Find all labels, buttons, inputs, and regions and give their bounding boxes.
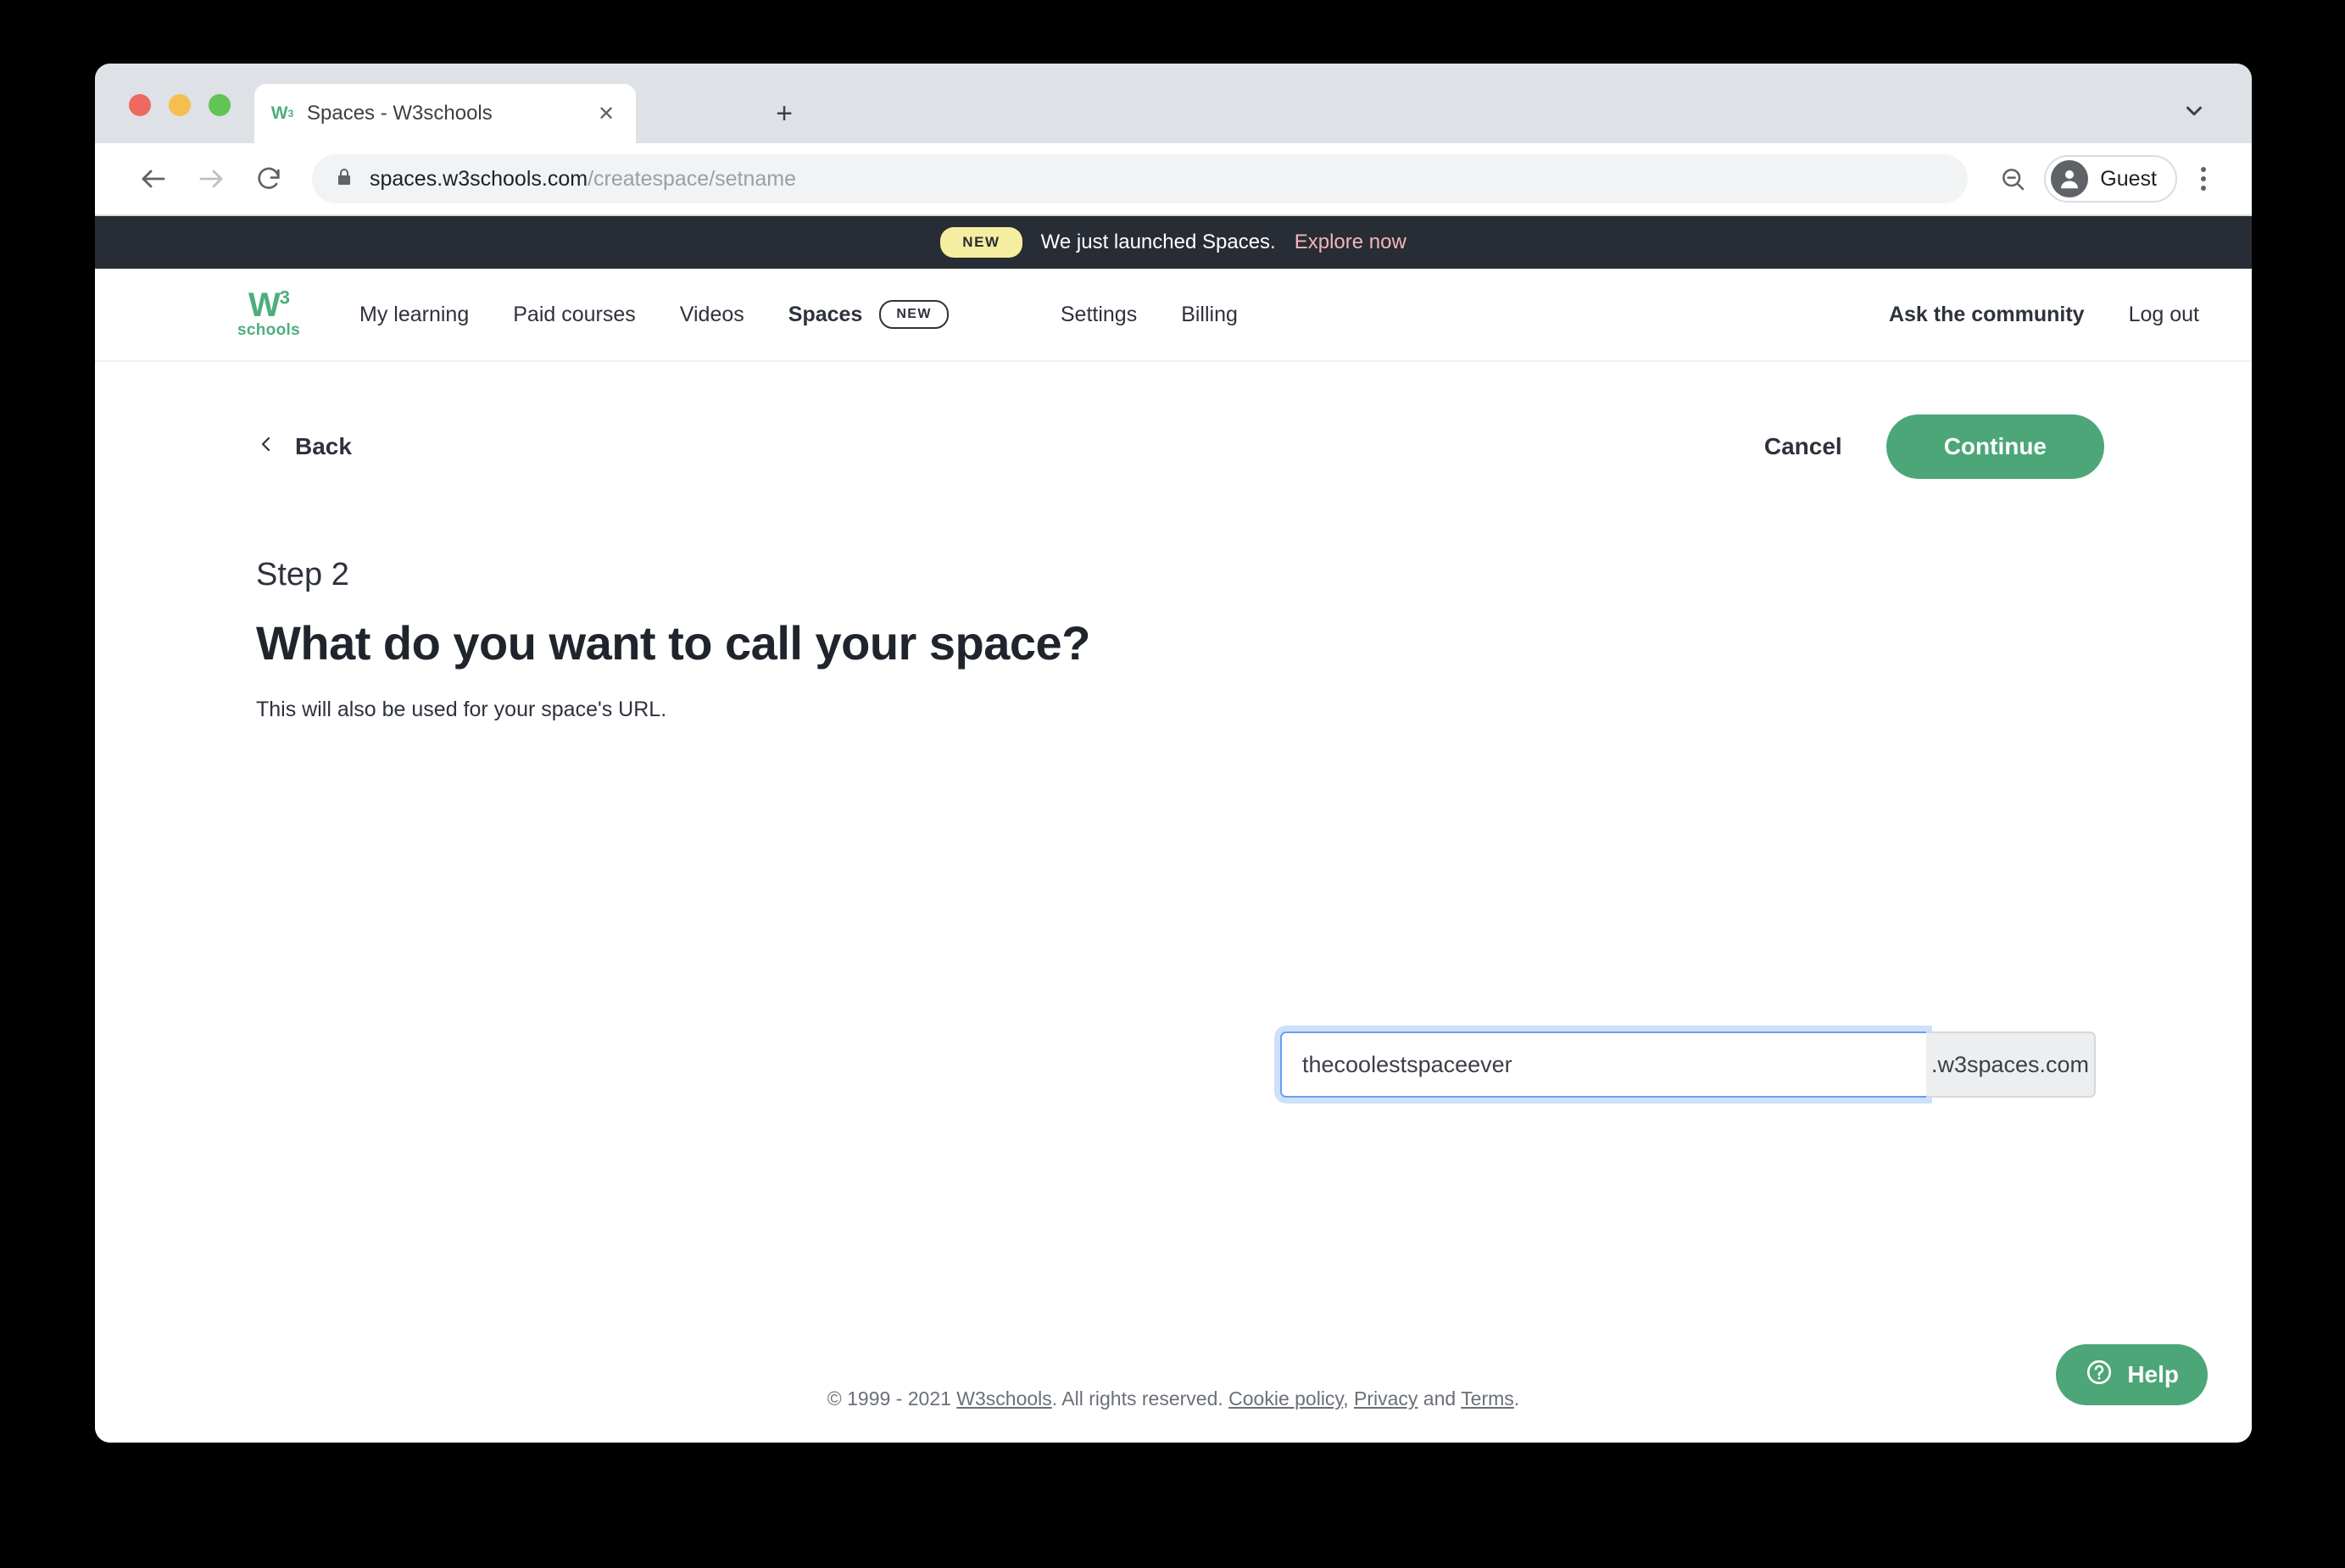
back-label: Back <box>295 433 352 459</box>
form-subtext: This will also be used for your space's … <box>256 698 667 721</box>
primary-actions: Cancel Continue <box>1764 414 2199 479</box>
logo-mark: W3 <box>248 286 290 324</box>
page-title: What do you want to call your space? <box>256 616 1090 670</box>
arrow-right-icon[interactable] <box>187 154 236 203</box>
action-row: Back Cancel Continue <box>256 362 2199 479</box>
space-name-field-group: .w3spaces.com <box>1280 1031 2096 1098</box>
help-label: Help <box>2127 1361 2179 1387</box>
footer-privacy-link[interactable]: Privacy <box>1354 1387 1418 1410</box>
page-viewport: NEW We just launched Spaces. Explore now… <box>95 216 2252 1443</box>
tab-strip: W3 Spaces - W3schools ✕ + <box>95 64 2252 143</box>
url-text: spaces.w3schools.com/createspace/setname <box>370 167 796 192</box>
nav-item-billing[interactable]: Billing <box>1181 303 1238 327</box>
maximize-window-button[interactable] <box>209 94 231 116</box>
cancel-button[interactable]: Cancel <box>1764 433 1842 460</box>
nav-item-videos[interactable]: Videos <box>680 303 744 327</box>
w3-logo-icon: W3 <box>270 103 294 123</box>
footer-rights: . All rights reserved. <box>1051 1387 1229 1410</box>
announcement-text: We just launched Spaces. <box>1040 231 1276 253</box>
footer-comma: , <box>1343 1387 1355 1410</box>
minimize-window-button[interactable] <box>169 94 191 116</box>
form-copy: Step 2 What do you want to call your spa… <box>256 557 1090 722</box>
tab-title: Spaces - W3schools <box>307 102 493 125</box>
chevron-left-icon <box>256 431 276 463</box>
logo-subtext: schools <box>237 321 300 339</box>
footer-w3schools-link[interactable]: W3schools <box>956 1387 1051 1410</box>
lock-icon <box>334 167 354 192</box>
nav-right: Ask the community Log out <box>1889 303 2199 327</box>
close-window-button[interactable] <box>129 94 151 116</box>
footer-and: and <box>1418 1387 1462 1410</box>
nav-item-settings[interactable]: Settings <box>1061 303 1137 327</box>
profile-button[interactable]: Guest <box>2044 155 2177 203</box>
person-icon <box>2051 160 2089 197</box>
nav-links: My learning Paid courses Videos Spaces N… <box>359 300 1889 329</box>
browser-toolbar: spaces.w3schools.com/createspace/setname… <box>95 143 2252 216</box>
close-icon[interactable]: ✕ <box>592 99 621 128</box>
logo-superscript: 3 <box>279 286 290 309</box>
site-navigation: W3 schools My learning Paid courses Vide… <box>95 269 2252 362</box>
kebab-menu-icon[interactable] <box>2184 155 2223 203</box>
w3schools-logo[interactable]: W3 schools <box>231 286 307 340</box>
help-button[interactable]: Help <box>2056 1344 2208 1405</box>
step-label: Step 2 <box>256 557 349 592</box>
nav-item-my-learning[interactable]: My learning <box>359 303 469 327</box>
url-path: /createspace/setname <box>588 166 797 191</box>
domain-suffix-label: .w3spaces.com <box>1926 1031 2096 1098</box>
back-button[interactable]: Back <box>256 431 352 463</box>
browser-window: W3 Spaces - W3schools ✕ + spaces.w3schoo… <box>95 64 2252 1443</box>
url-domain: spaces.w3schools.com <box>370 166 588 191</box>
new-badge: NEW <box>940 227 1022 258</box>
form-area: Step 2 What do you want to call your spa… <box>256 557 2199 722</box>
nav-item-paid-courses[interactable]: Paid courses <box>513 303 636 327</box>
ask-the-community-link[interactable]: Ask the community <box>1889 303 2085 327</box>
footer-terms-link[interactable]: Terms <box>1461 1387 1514 1410</box>
announcement-banner: NEW We just launched Spaces. Explore now <box>95 216 2252 269</box>
continue-button[interactable]: Continue <box>1885 414 2104 479</box>
window-controls <box>129 94 231 116</box>
nav-item-spaces[interactable]: Spaces <box>788 303 863 327</box>
footer-copyright: © 1999 - 2021 <box>827 1387 957 1410</box>
chevron-down-icon[interactable] <box>2177 94 2211 128</box>
question-circle-icon <box>2085 1358 2114 1393</box>
plus-icon[interactable]: + <box>765 94 804 133</box>
nav-new-badge: NEW <box>879 300 949 329</box>
space-name-input[interactable] <box>1280 1031 1926 1098</box>
footer-cookie-policy-link[interactable]: Cookie policy <box>1228 1387 1343 1410</box>
toolbar-right: Guest <box>1988 154 2223 203</box>
page-content: Back Cancel Continue Step 2 What do you … <box>95 362 2252 1443</box>
footer-period: . <box>1513 1387 1520 1410</box>
explore-now-link[interactable]: Explore now <box>1295 231 1406 254</box>
profile-name: Guest <box>2100 166 2157 191</box>
zoom-out-icon[interactable] <box>1988 154 2037 203</box>
address-bar[interactable]: spaces.w3schools.com/createspace/setname <box>312 154 1969 203</box>
reload-icon[interactable] <box>244 154 293 203</box>
footer: © 1999 - 2021 W3schools. All rights rese… <box>95 1387 2252 1410</box>
log-out-link[interactable]: Log out <box>2129 303 2199 327</box>
browser-tab[interactable]: W3 Spaces - W3schools ✕ <box>254 84 636 143</box>
arrow-left-icon[interactable] <box>129 154 178 203</box>
